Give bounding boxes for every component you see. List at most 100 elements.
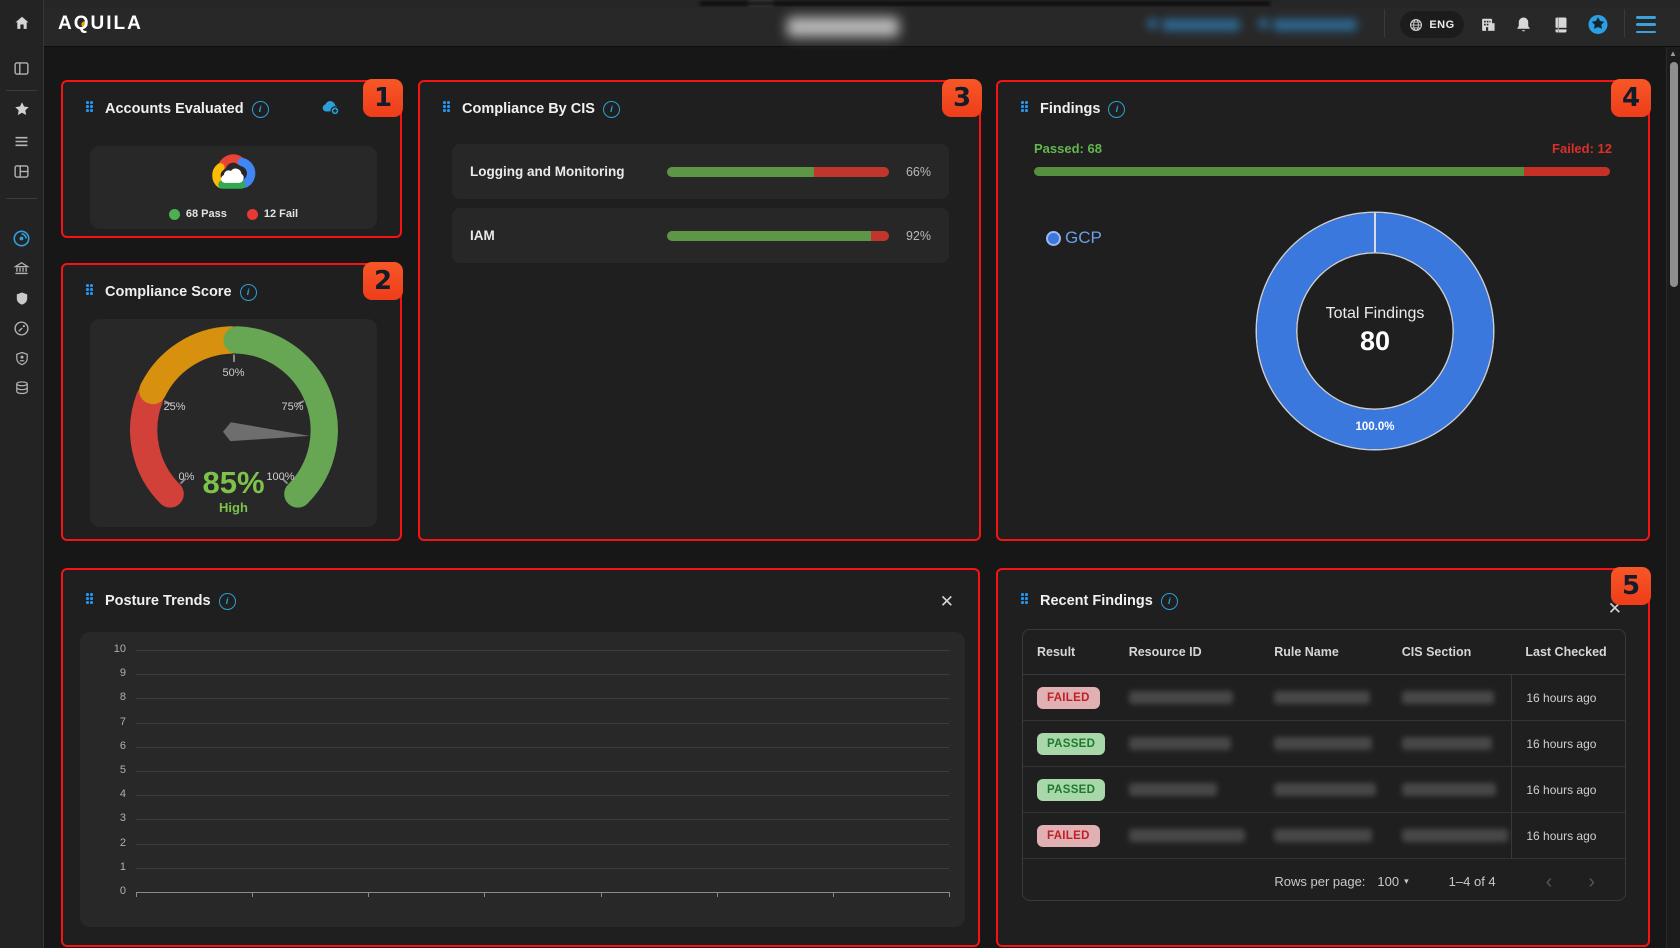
redacted-rule-name (1274, 783, 1376, 796)
gauge-card: 0%25%50%75%100% 85% High (90, 319, 377, 527)
language-selector[interactable]: ENG (1400, 11, 1464, 38)
table-row[interactable]: PASSED 16 hours ago (1023, 767, 1625, 813)
sidebar-item-governance[interactable] (12, 258, 32, 278)
drag-handle[interactable] (1021, 101, 1032, 117)
topbar-divider (1624, 9, 1625, 37)
panel-title: Posture Trends (105, 593, 211, 609)
findings-ratio-bar (1034, 167, 1610, 176)
cis-rows: Logging and Monitoring 66% IAM 92% (452, 144, 949, 272)
column-header: Last Checked (1511, 645, 1625, 659)
topbar-divider (1384, 9, 1385, 37)
list-icon (13, 133, 30, 150)
top-bar: AQUILA ENG (44, 7, 1680, 47)
drag-handle[interactable] (86, 284, 97, 300)
donut-legend[interactable]: GCP (1048, 228, 1102, 248)
sidebar-item-favorites[interactable] (12, 99, 32, 119)
accounts-card: 68 Pass 12 Fail (90, 146, 377, 229)
info-icon[interactable]: i (1108, 101, 1125, 118)
top-strip (0, 0, 1680, 7)
gcp-legend-label: GCP (1065, 228, 1102, 248)
sidebar-item-compass[interactable] (12, 318, 32, 338)
menu-button[interactable] (1636, 16, 1656, 33)
cis-compliance-bar (667, 231, 889, 241)
som-badge-5: 5 (1611, 567, 1651, 605)
book-icon (1553, 16, 1569, 34)
sidebar-item-layout[interactable] (12, 161, 32, 181)
drag-handle[interactable] (1021, 593, 1032, 609)
result-badge: PASSED (1037, 779, 1105, 801)
redacted-resource-id (1129, 691, 1233, 704)
rows-per-page-select[interactable]: 100 ▾ (1377, 874, 1408, 889)
notifications-button[interactable] (1512, 14, 1534, 36)
sidebar-item-iam[interactable] (12, 348, 32, 368)
previous-page-button[interactable]: ‹ (1534, 872, 1565, 892)
last-checked: 16 hours ago (1526, 783, 1596, 797)
result-badge: PASSED (1037, 733, 1105, 755)
sidebar-item-home[interactable] (12, 13, 32, 33)
table-row[interactable]: FAILED 16 hours ago (1023, 675, 1625, 721)
y-axis-tick-label: 7 (100, 716, 126, 728)
som-badge-4: 4 (1611, 79, 1651, 117)
cis-pass-segment (667, 231, 871, 241)
account-avatar[interactable] (1587, 13, 1609, 35)
table-row[interactable]: PASSED 16 hours ago (1023, 721, 1625, 767)
info-icon[interactable]: i (240, 284, 257, 301)
sidebar-item-data[interactable] (12, 378, 32, 398)
drag-handle[interactable] (86, 593, 97, 609)
panel-compliance-score: 2 Compliance Score i 0%25%50%75%100% 85%… (61, 263, 402, 541)
result-badge: FAILED (1037, 825, 1100, 847)
donut-slice-divider (1374, 213, 1376, 252)
scrollbar-up-arrow[interactable]: ▲ (1668, 49, 1678, 58)
posture-plot: 109876543210 (100, 650, 949, 918)
organizations-button[interactable] (1477, 14, 1499, 36)
column-header: Resource ID (1115, 645, 1261, 659)
add-cloud-account-button[interactable] (320, 97, 342, 121)
sidebar-item-panels[interactable] (12, 58, 32, 78)
x-axis-tick (717, 892, 718, 897)
donut-total-value: 80 (1360, 326, 1390, 357)
docs-button[interactable] (1550, 14, 1572, 36)
info-icon[interactable]: i (252, 101, 269, 118)
findings-fail-bar (1524, 167, 1610, 176)
compliance-score-value: 85% (90, 465, 377, 501)
recent-findings-table: ResultResource IDRule NameCIS SectionLas… (1022, 629, 1626, 901)
passed-count-label: Passed: 68 (1034, 141, 1102, 156)
legend-dot (247, 209, 258, 220)
shield-user-icon (14, 350, 30, 367)
table-row[interactable]: FAILED 16 hours ago (1023, 813, 1625, 859)
drag-handle[interactable] (443, 101, 454, 117)
info-icon[interactable]: i (219, 593, 236, 610)
redacted-topbar-item[interactable] (1273, 19, 1357, 31)
gridline (136, 698, 949, 699)
posture-plot-area (136, 650, 949, 918)
info-icon[interactable]: i (1161, 593, 1178, 610)
legend-item: 68 Pass (169, 208, 227, 220)
cis-row: Logging and Monitoring 66% (452, 144, 949, 199)
redacted-resource-id (1129, 783, 1217, 796)
close-posture-button[interactable]: ✕ (940, 593, 954, 610)
cis-row: IAM 92% (452, 208, 949, 263)
donut-center: Total Findings 80 (1296, 252, 1454, 410)
panel-posture-trends: Posture Trends i ✕ 109876543210 (61, 568, 980, 947)
sidebar-item-security[interactable] (12, 288, 32, 308)
gridline (136, 723, 949, 724)
y-axis-tick-label: 1 (100, 861, 126, 873)
redacted-topbar-item[interactable] (1162, 19, 1240, 31)
redacted-topbar-icon (1258, 18, 1269, 29)
gcp-logo (208, 151, 260, 198)
scrollbar-thumb[interactable] (1670, 62, 1678, 287)
y-axis-tick-label: 5 (100, 764, 126, 776)
drag-handle[interactable] (86, 101, 97, 117)
next-page-button[interactable]: › (1576, 872, 1607, 892)
legend-label: 12 Fail (264, 208, 298, 220)
column-header: Result (1023, 645, 1115, 659)
sidebar-item-posture-active[interactable] (12, 228, 32, 248)
panel-title: Recent Findings (1040, 593, 1153, 609)
shield-icon (14, 290, 30, 307)
redacted-rule-name (1274, 737, 1372, 750)
info-icon[interactable]: i (603, 101, 620, 118)
panel-accounts-evaluated: 1 Accounts Evaluated i (61, 80, 402, 238)
pagination-range: 1–4 of 4 (1449, 874, 1496, 889)
x-axis-tick (484, 892, 485, 897)
sidebar-item-list[interactable] (12, 131, 32, 151)
